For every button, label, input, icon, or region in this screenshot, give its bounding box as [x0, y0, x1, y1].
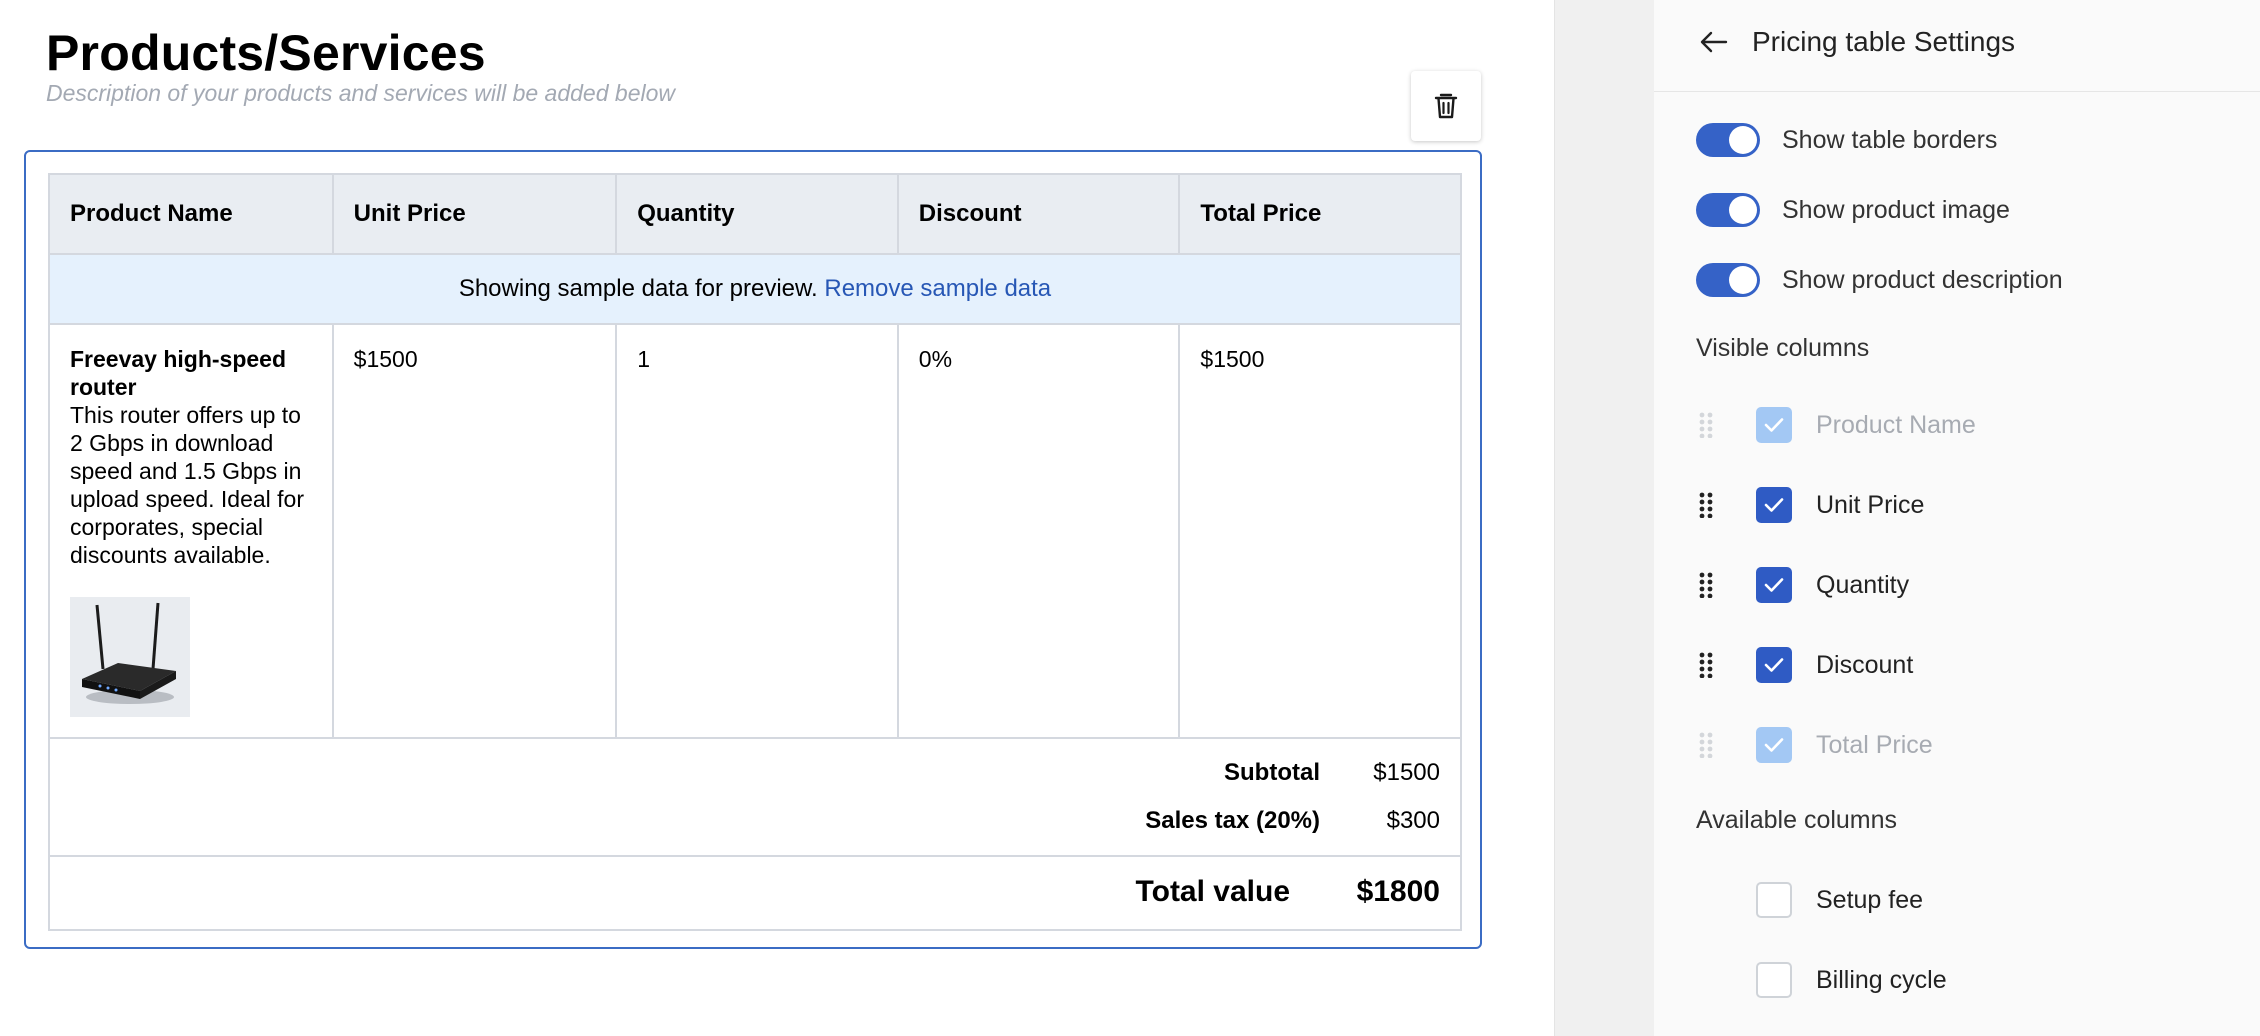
panel-header: Pricing table Settings: [1654, 0, 2260, 92]
drag-handle-icon: [1696, 730, 1716, 760]
toggle-row-table-borders: Show table borders: [1696, 122, 1997, 158]
visible-column-total-price: Total Price: [1696, 725, 1933, 765]
toggle-knob: [1729, 266, 1757, 294]
show-product-description-toggle[interactable]: [1696, 263, 1760, 297]
checkmark-icon: [1764, 738, 1784, 752]
product-name: Freevay high-speed router: [70, 346, 287, 400]
drag-handle-placeholder: [1696, 885, 1716, 915]
grand-total-line: Total value $1800: [1136, 875, 1440, 909]
header-quantity: Quantity: [615, 173, 899, 255]
visible-columns-heading: Visible columns: [1696, 334, 1870, 362]
header-total-price: Total Price: [1178, 173, 1462, 255]
total-value-amount: $1800: [1356, 875, 1440, 908]
remove-sample-data-link[interactable]: Remove sample data: [824, 275, 1051, 302]
totals-cell: Subtotal $1500 Sales tax (20%) $300: [48, 737, 1462, 857]
quantity-cell: 1: [615, 323, 899, 739]
header-discount: Discount: [896, 173, 1181, 255]
column-label: Total Price: [1816, 730, 1933, 759]
toggle-label: Show product description: [1782, 265, 2063, 294]
header-product-name: Product Name: [48, 173, 334, 255]
grand-total-row: Total value $1800: [48, 855, 1462, 931]
visible-column-product-name: Product Name: [1696, 405, 1976, 445]
drag-handle-icon[interactable]: [1696, 570, 1716, 600]
column-label: Quantity: [1816, 570, 1910, 599]
sample-data-notice: Showing sample data for preview. Remove …: [48, 253, 1462, 325]
checkmark-icon: [1764, 418, 1784, 432]
table-row: Freevay high-speed router This router of…: [48, 323, 1462, 739]
show-product-image-toggle[interactable]: [1696, 193, 1760, 227]
toggle-label: Show table borders: [1782, 125, 1998, 154]
checkmark-icon: [1764, 658, 1784, 672]
discount-checkbox[interactable]: [1756, 647, 1792, 683]
column-label: Billing cycle: [1816, 965, 1947, 994]
checkmark-icon: [1764, 498, 1784, 512]
toggle-label: Show product image: [1782, 195, 2010, 224]
sales-tax-label: Sales tax (20%): [1145, 807, 1320, 834]
sales-tax-value: $300: [1386, 807, 1440, 834]
column-label: Setup fee: [1816, 885, 1924, 914]
document-editor: Products/Services Description of your pr…: [0, 0, 1554, 1036]
total-price-checkbox: [1756, 727, 1792, 763]
header-unit-price: Unit Price: [331, 173, 618, 255]
toggle-knob: [1729, 196, 1757, 224]
drag-handle-icon: [1696, 410, 1716, 440]
panel-title: Pricing table Settings: [1752, 26, 2016, 57]
quantity-checkbox[interactable]: [1756, 567, 1792, 603]
column-label: Product Name: [1816, 410, 1976, 439]
total-value-label: Total value: [1135, 875, 1290, 908]
subtotal-value: $1500: [1373, 759, 1440, 786]
visible-column-unit-price: Unit Price: [1696, 485, 1924, 525]
settings-panel: Pricing table Settings Show table border…: [1654, 0, 2260, 1036]
toggle-knob: [1729, 126, 1757, 154]
setup-fee-checkbox[interactable]: [1756, 882, 1792, 918]
sales-tax-line: Sales tax (20%) $300: [1060, 807, 1440, 835]
panel-gutter: [1554, 0, 1654, 1036]
billing-cycle-checkbox[interactable]: [1756, 962, 1792, 998]
table-header-row: Product Name Unit Price Quantity Discoun…: [48, 173, 1462, 255]
available-column-billing-cycle: Billing cycle: [1696, 960, 1947, 1000]
sample-data-notice-row: Showing sample data for preview. Remove …: [48, 253, 1462, 325]
toggle-row-product-image: Show product image: [1696, 192, 2010, 228]
unit-price-checkbox[interactable]: [1756, 487, 1792, 523]
product-name-checkbox: [1756, 407, 1792, 443]
router-image: [70, 597, 190, 717]
visible-column-quantity: Quantity: [1696, 565, 1909, 605]
discount-cell: 0%: [896, 323, 1181, 739]
pricing-table: Product Name Unit Price Quantity Discoun…: [48, 173, 1462, 931]
grand-total-cell: Total value $1800: [48, 855, 1462, 931]
product-cell: Freevay high-speed router This router of…: [48, 323, 334, 739]
back-arrow-icon[interactable]: [1698, 26, 1730, 58]
unit-price-cell: $1500: [331, 323, 618, 739]
totals-row: Subtotal $1500 Sales tax (20%) $300: [48, 737, 1462, 857]
column-label: Discount: [1816, 650, 1914, 679]
available-column-setup-fee: Setup fee: [1696, 880, 1923, 920]
show-table-borders-toggle[interactable]: [1696, 123, 1760, 157]
visible-column-discount: Discount: [1696, 645, 1913, 685]
total-price-cell: $1500: [1178, 323, 1462, 739]
product-description: This router offers up to 2 Gbps in downl…: [70, 402, 305, 568]
available-columns-heading: Available columns: [1696, 806, 1898, 834]
page-title: Products/Services: [46, 25, 486, 81]
column-label: Unit Price: [1816, 490, 1925, 519]
drag-handle-placeholder: [1696, 965, 1716, 995]
delete-block-button[interactable]: [1411, 71, 1481, 141]
checkmark-icon: [1764, 578, 1784, 592]
subtotal-line: Subtotal $1500: [1060, 759, 1440, 787]
subtotal-label: Subtotal: [1224, 759, 1320, 786]
drag-handle-icon[interactable]: [1696, 650, 1716, 680]
trash-icon: [1434, 93, 1458, 119]
sample-data-notice-text: Showing sample data for preview.: [458, 275, 818, 302]
toggle-row-product-description: Show product description: [1696, 262, 2063, 298]
pricing-table-block[interactable]: Product Name Unit Price Quantity Discoun…: [24, 150, 1482, 949]
page-subtitle: Description of your products and service…: [46, 80, 675, 106]
drag-handle-icon[interactable]: [1696, 490, 1716, 520]
